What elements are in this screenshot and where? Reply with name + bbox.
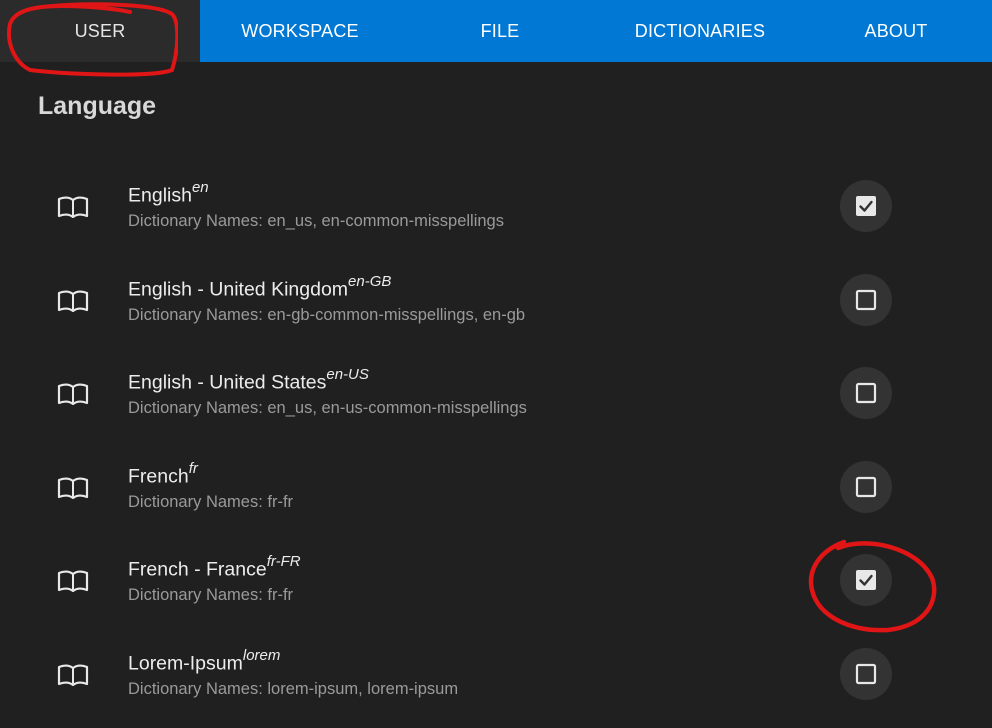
dictionary-names: Dictionary Names: en-gb-common-misspelli… bbox=[128, 305, 526, 324]
language-row: Englishen Dictionary Names: en_us, en-co… bbox=[0, 160, 992, 254]
tab-workspace[interactable]: WORKSPACE bbox=[200, 0, 400, 62]
checkbox-unchecked-icon bbox=[855, 663, 877, 685]
language-row: French - Francefr-FR Dictionary Names: f… bbox=[0, 534, 992, 628]
checkbox-unchecked-icon bbox=[855, 476, 877, 497]
language-name: English - United Statesen-US bbox=[128, 366, 369, 394]
language-code: fr bbox=[188, 459, 198, 477]
tab-dictionaries[interactable]: DICTIONARIES bbox=[600, 0, 800, 62]
language-checkbox[interactable] bbox=[840, 647, 892, 700]
book-open-icon bbox=[57, 290, 89, 312]
book-open-icon bbox=[57, 383, 89, 406]
dictionary-names: Dictionary Names: fr-fr bbox=[128, 492, 294, 511]
tab-about[interactable]: ABOUT bbox=[800, 0, 992, 62]
dictionary-names: Dictionary Names: en_us, en-common-missp… bbox=[128, 212, 504, 230]
language-checkbox[interactable] bbox=[840, 367, 892, 420]
checkbox-checked-icon bbox=[856, 196, 876, 216]
language-name: Lorem-Ipsumlorem bbox=[128, 646, 281, 675]
book-open-icon bbox=[57, 570, 89, 593]
language-code: lorem bbox=[242, 646, 281, 664]
book-open-icon bbox=[57, 664, 89, 686]
book-open-icon bbox=[57, 196, 89, 218]
checkbox-unchecked-icon bbox=[855, 383, 877, 404]
tab-file[interactable]: FILE bbox=[400, 0, 600, 62]
language-code: en-GB bbox=[348, 272, 392, 290]
book-open-icon bbox=[57, 477, 89, 499]
language-code: en-US bbox=[326, 366, 369, 384]
language-checkbox[interactable] bbox=[840, 273, 892, 326]
checkbox-unchecked-icon bbox=[855, 289, 877, 310]
language-row: English - United Statesen-US Dictionary … bbox=[0, 347, 992, 441]
checkbox-checked-icon bbox=[856, 570, 876, 591]
language-row: Frenchfr Dictionary Names: fr-fr bbox=[0, 441, 992, 535]
language-checkbox[interactable] bbox=[840, 180, 892, 232]
language-name: English - United Kingdomen-GB bbox=[128, 272, 392, 301]
language-name: French - Francefr-FR bbox=[128, 553, 301, 581]
language-code: fr-FR bbox=[266, 553, 301, 571]
language-name: Englishen bbox=[128, 179, 209, 207]
language-checkbox[interactable] bbox=[840, 554, 892, 607]
language-row: Lorem-Ipsumlorem Dictionary Names: lorem… bbox=[0, 628, 992, 722]
top-tab-bar: USER WORKSPACE FILE DICTIONARIES ABOUT bbox=[0, 0, 992, 62]
dictionary-names: Dictionary Names: lorem-ipsum, lorem-ips… bbox=[128, 679, 459, 698]
language-checkbox[interactable] bbox=[840, 460, 892, 513]
language-row: English - United Kingdomen-GB Dictionary… bbox=[0, 254, 992, 348]
dictionary-names: Dictionary Names: fr-fr bbox=[128, 586, 294, 605]
page-title: Language bbox=[38, 92, 157, 120]
dictionary-names: Dictionary Names: en_us, en-us-common-mi… bbox=[128, 399, 527, 418]
language-code: en bbox=[191, 179, 209, 196]
tab-user[interactable]: USER bbox=[0, 0, 200, 62]
language-name: Frenchfr bbox=[128, 459, 198, 488]
language-list: Englishen Dictionary Names: en_us, en-co… bbox=[0, 160, 992, 722]
